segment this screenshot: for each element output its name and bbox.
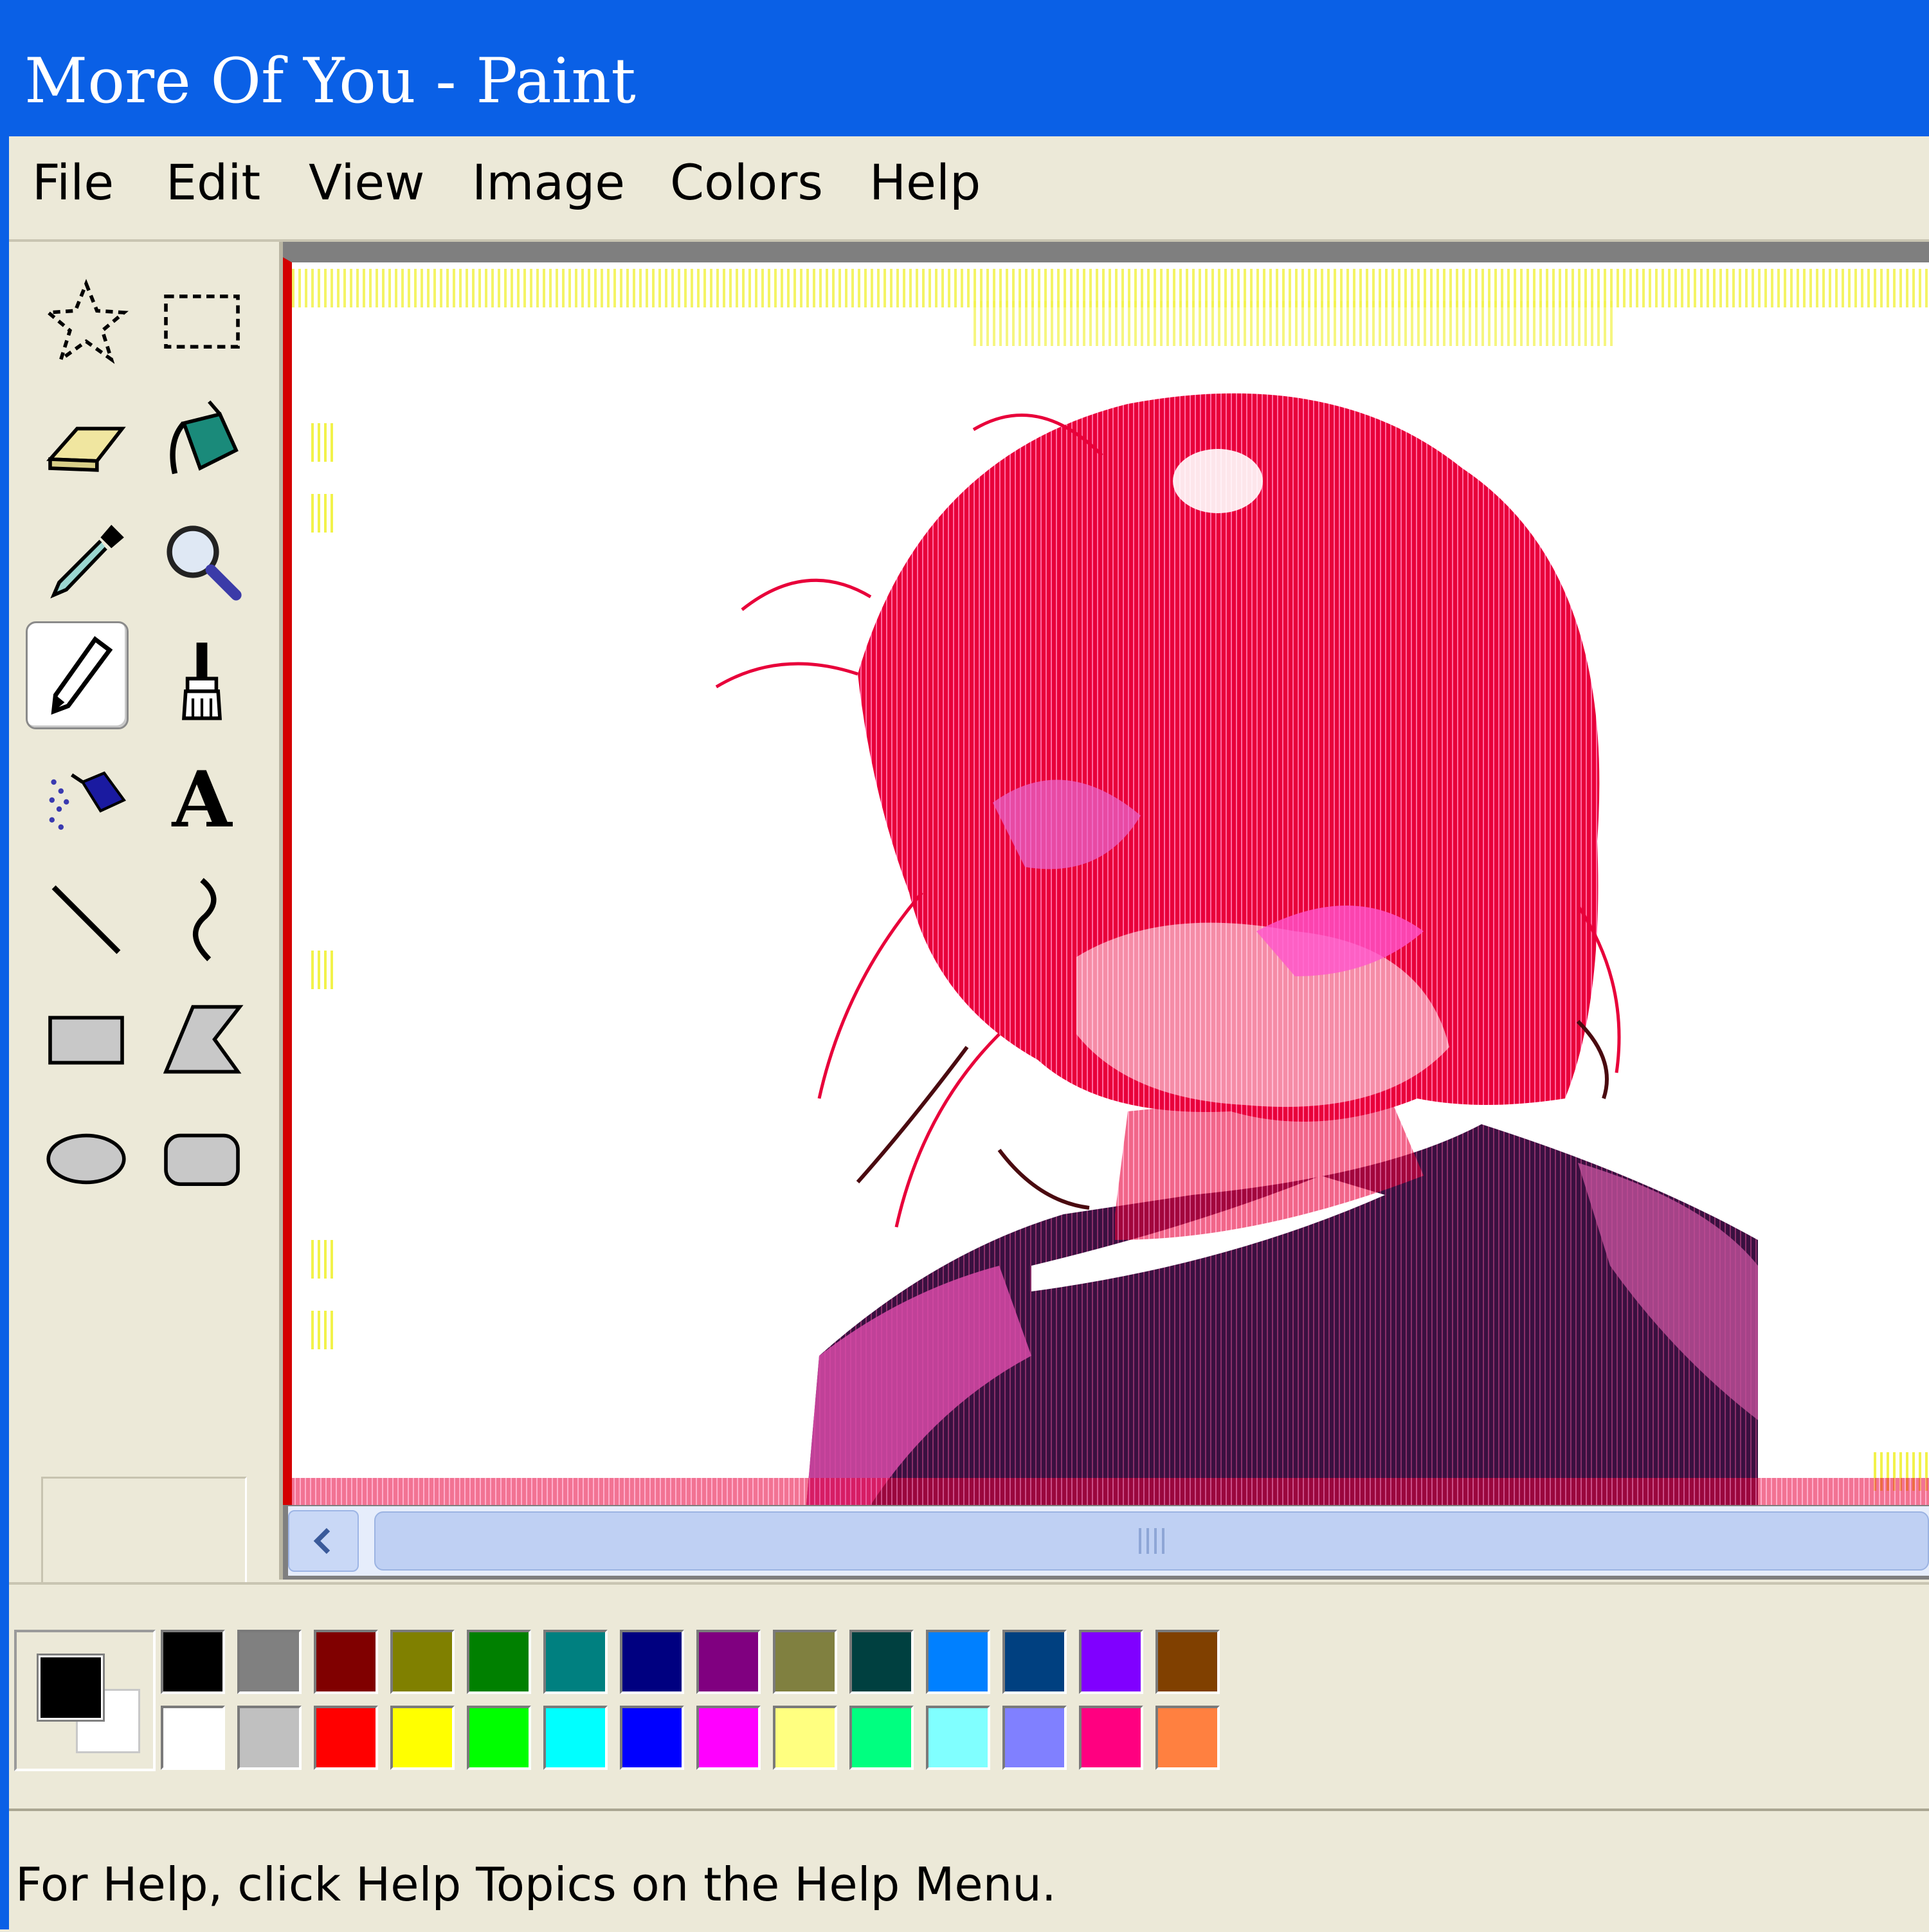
status-bar: For Help, click Help Topics on the Help … xyxy=(9,1809,1929,1932)
palette-swatch[interactable] xyxy=(543,1706,608,1770)
chevron-left-icon xyxy=(313,1527,331,1554)
tool-brush[interactable] xyxy=(150,626,253,734)
palette-swatch[interactable] xyxy=(1002,1706,1067,1770)
palette-swatch[interactable] xyxy=(1155,1706,1220,1770)
tool-color-picker[interactable] xyxy=(35,507,138,615)
palette-swatch[interactable] xyxy=(314,1706,378,1770)
scroll-thumb[interactable] xyxy=(374,1511,1929,1571)
palette-swatch[interactable] xyxy=(696,1630,761,1694)
tool-box: A xyxy=(9,242,283,1785)
canvas-image xyxy=(292,262,1929,1505)
tool-rectangle[interactable] xyxy=(35,985,138,1093)
menu-colors[interactable]: Colors xyxy=(670,158,823,207)
palette-swatch[interactable] xyxy=(620,1630,684,1694)
tool-text[interactable]: A xyxy=(150,746,253,854)
current-colors[interactable] xyxy=(14,1630,156,1771)
menu-file[interactable]: File xyxy=(32,158,114,207)
palette-swatch[interactable] xyxy=(849,1630,914,1694)
palette-swatch[interactable] xyxy=(467,1630,531,1694)
palette-swatch[interactable] xyxy=(390,1706,455,1770)
tool-curve[interactable] xyxy=(150,866,253,974)
tool-rectangle-select[interactable] xyxy=(150,268,253,376)
menu-bar: File Edit View Image Colors Help xyxy=(9,136,1929,242)
palette-swatch[interactable] xyxy=(161,1630,225,1694)
eraser-icon xyxy=(46,426,126,472)
palette-swatch[interactable] xyxy=(543,1630,608,1694)
tool-rounded-rectangle[interactable] xyxy=(150,1105,253,1213)
palette-swatch[interactable] xyxy=(237,1630,302,1694)
window-title: More Of You - Paint xyxy=(24,45,636,117)
palette-swatch[interactable] xyxy=(1079,1630,1143,1694)
tool-fill-bucket[interactable] xyxy=(150,387,253,495)
menu-help[interactable]: Help xyxy=(869,158,981,207)
curve-icon xyxy=(193,878,217,961)
rectangle-select-icon xyxy=(164,295,240,349)
palette-swatch[interactable] xyxy=(620,1706,684,1770)
pencil-icon xyxy=(51,636,113,715)
ellipse-icon xyxy=(46,1133,126,1185)
drawing-canvas[interactable] xyxy=(283,257,1929,1505)
fill-bucket-icon xyxy=(170,400,239,475)
tool-pencil[interactable] xyxy=(26,621,129,729)
palette-swatch[interactable] xyxy=(849,1706,914,1770)
status-text: For Help, click Help Topics on the Help … xyxy=(15,1857,1056,1911)
palette-swatch[interactable] xyxy=(1155,1630,1220,1694)
menu-image[interactable]: Image xyxy=(472,158,625,207)
palette-swatch[interactable] xyxy=(1002,1630,1067,1694)
title-bar[interactable]: More Of You - Paint xyxy=(0,0,1929,136)
window-frame xyxy=(0,136,9,1929)
palette-swatch[interactable] xyxy=(314,1630,378,1694)
tool-airbrush[interactable] xyxy=(35,746,138,854)
foreground-color-swatch[interactable] xyxy=(39,1655,103,1720)
rectangle-icon xyxy=(48,1016,124,1065)
tool-line[interactable] xyxy=(35,866,138,974)
tool-eraser[interactable] xyxy=(35,387,138,495)
palette-swatch[interactable] xyxy=(161,1706,225,1770)
palette-swatch[interactable] xyxy=(1079,1706,1143,1770)
rounded-rectangle-icon xyxy=(164,1133,240,1186)
polygon-icon xyxy=(163,1005,244,1074)
palette-swatch[interactable] xyxy=(926,1630,990,1694)
palette-swatch[interactable] xyxy=(237,1706,302,1770)
airbrush-icon xyxy=(49,771,127,830)
scroll-left-button[interactable] xyxy=(288,1510,359,1572)
horizontal-scrollbar[interactable] xyxy=(288,1506,1929,1576)
palette-swatch[interactable] xyxy=(773,1706,837,1770)
palette-swatch[interactable] xyxy=(467,1706,531,1770)
line-icon xyxy=(51,885,121,954)
tool-polygon[interactable] xyxy=(150,985,253,1093)
color-picker-icon xyxy=(50,525,124,599)
tool-magnifier[interactable] xyxy=(150,507,253,615)
palette-swatch[interactable] xyxy=(926,1706,990,1770)
menu-view[interactable]: View xyxy=(309,158,424,207)
palette-swatch[interactable] xyxy=(390,1630,455,1694)
brush-icon xyxy=(182,642,222,720)
magnifier-icon xyxy=(167,525,242,601)
palette-swatch[interactable] xyxy=(773,1630,837,1694)
text-icon: A xyxy=(172,754,232,845)
menu-edit[interactable]: Edit xyxy=(166,158,260,207)
free-form-select-icon xyxy=(44,278,129,364)
grip-icon xyxy=(1139,1528,1164,1554)
tool-free-form-select[interactable] xyxy=(35,268,138,376)
tool-ellipse[interactable] xyxy=(35,1105,138,1213)
palette-swatch[interactable] xyxy=(696,1706,761,1770)
color-palette xyxy=(9,1582,1929,1803)
